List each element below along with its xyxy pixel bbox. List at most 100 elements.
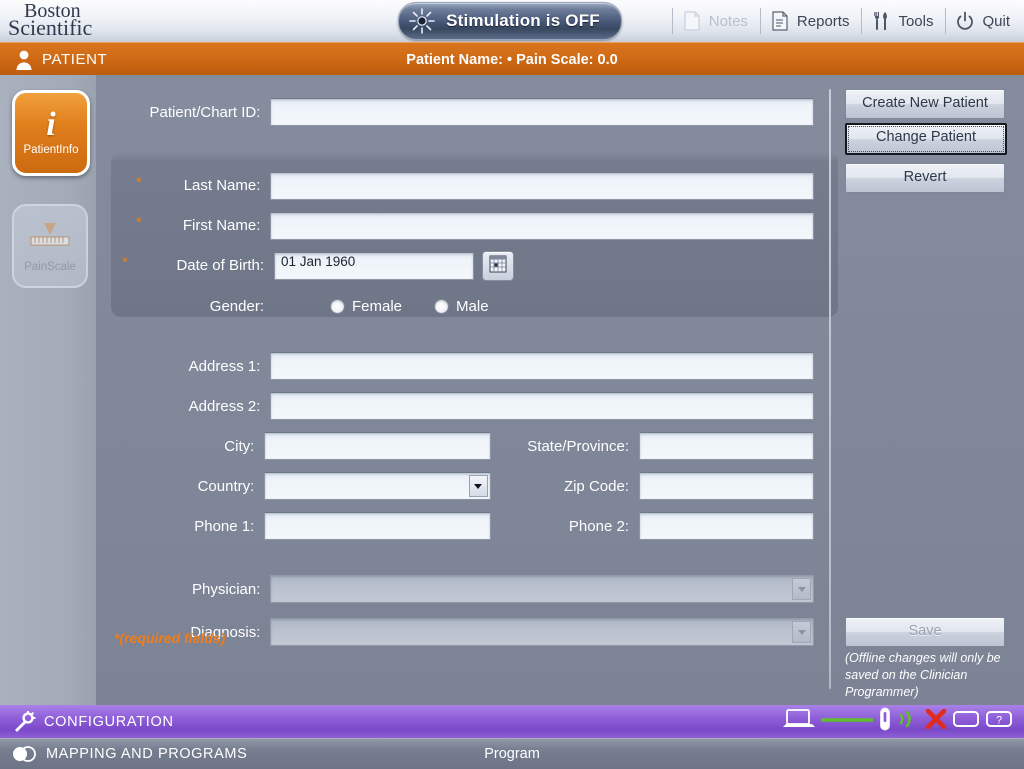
battery-empty-icon: [953, 709, 981, 734]
chevron-down-icon: [792, 621, 811, 643]
required-asterisk: *: [122, 254, 128, 271]
tools-icon: [870, 9, 892, 33]
top-toolbar: Boston Scientific Stimulation is OFF Not…: [0, 0, 1024, 43]
country-dropdown[interactable]: [264, 470, 491, 500]
logo-line-2: Scientific: [8, 15, 93, 40]
sidebar-item-patient-info[interactable]: i PatientInfo: [12, 90, 90, 176]
address2-input[interactable]: [270, 392, 814, 420]
date-of-birth-input[interactable]: 01 Jan 1960: [274, 252, 474, 280]
phone1-input[interactable]: [264, 510, 491, 540]
state-value: [640, 430, 646, 449]
revert-button[interactable]: Revert: [845, 163, 1005, 193]
radio-male[interactable]: [434, 298, 450, 314]
save-button[interactable]: Save: [845, 617, 1005, 647]
stimulation-status-button[interactable]: Stimulation is OFF: [398, 2, 622, 40]
reports-button[interactable]: Reports: [763, 0, 860, 42]
patient-header-bar: PATIENT Patient Name: • Pain Scale: 0.0: [0, 42, 1024, 76]
gender-label: Gender:: [209, 297, 264, 315]
calendar-button[interactable]: [482, 251, 514, 281]
city-input[interactable]: [264, 432, 491, 460]
sidebar-item-pain-scale[interactable]: PainScale: [12, 204, 88, 288]
offline-changes-note: (Offline changes will only be saved on t…: [845, 651, 1001, 699]
phone-row: Phone 1: Phone 2:: [114, 511, 814, 541]
phone1-label: Phone 1:: [194, 517, 255, 535]
phone2-input[interactable]: [638, 510, 814, 540]
first-name-value: [271, 210, 277, 229]
address1-input[interactable]: [270, 352, 814, 380]
tools-button[interactable]: Tools: [864, 0, 943, 42]
rf-signal-icon: [897, 707, 919, 736]
application-window: Boston Scientific Stimulation is OFF Not…: [0, 0, 1024, 769]
zip-value: [640, 470, 646, 489]
left-sidebar: i PatientInfo PainScale: [0, 75, 96, 705]
power-icon: [954, 9, 976, 33]
pain-scale-icon: [27, 219, 73, 258]
address1-row: Address 1:: [114, 351, 814, 381]
svg-text:?: ?: [996, 715, 1002, 727]
form-content-area: Patient/Chart ID: * Last Name: * First N…: [96, 75, 1024, 705]
toolbar-actions: Notes Reports Tools Quit: [670, 0, 1020, 42]
notes-icon: [681, 9, 703, 33]
last-name-label: Last Name:: [183, 177, 261, 194]
toolbar-divider: [671, 8, 673, 34]
zip-input[interactable]: [638, 470, 814, 500]
mapping-and-programs-bar[interactable]: MAPPING AND PROGRAMS Program: [0, 738, 1024, 769]
patient-section-label: PATIENT: [42, 51, 108, 68]
diagnosis-value: [271, 616, 277, 635]
patient-name-pain-scale: Patient Name: • Pain Scale: 0.0: [406, 51, 618, 68]
patient-chart-id-input[interactable]: [270, 98, 814, 126]
country-value: [265, 470, 271, 489]
configuration-bar[interactable]: CONFIGURATION ?: [0, 705, 1024, 738]
chevron-down-icon[interactable]: [468, 475, 488, 497]
link-line-icon: [821, 713, 873, 731]
quit-label: Quit: [982, 12, 1010, 30]
date-of-birth-label: Date of Birth:: [176, 257, 264, 274]
quit-button[interactable]: Quit: [948, 0, 1020, 42]
gender-row: Gender: Female Male: [114, 291, 814, 321]
laptop-icon: [782, 707, 816, 736]
physician-dropdown[interactable]: [270, 575, 814, 603]
stimulation-status-label: Stimulation is OFF: [446, 11, 600, 30]
address2-label: Address 2:: [188, 397, 261, 415]
address2-row: Address 2:: [114, 391, 814, 421]
radio-female[interactable]: [330, 298, 345, 314]
notes-label: Notes: [708, 12, 748, 30]
phone2-label: Phone 2:: [568, 517, 629, 535]
battery-unknown-icon: ?: [986, 709, 1016, 734]
zip-label: Zip Code:: [563, 477, 629, 495]
country-label: Country:: [197, 477, 255, 495]
red-x-icon: [924, 707, 948, 736]
required-asterisk: *: [136, 174, 142, 191]
toolbar-divider: [759, 8, 761, 34]
phone2-value: [640, 510, 646, 529]
info-italic-icon: i: [46, 106, 56, 143]
first-name-row: * First Name:: [114, 211, 814, 241]
boston-scientific-logo: Boston Scientific: [6, 0, 246, 41]
program-label: Program: [484, 746, 540, 762]
focus-ring: [848, 126, 1004, 152]
physician-label: Physician:: [192, 580, 261, 598]
reports-icon: [769, 9, 791, 33]
vertical-divider: [829, 89, 831, 689]
diagnosis-dropdown[interactable]: [270, 618, 814, 646]
notes-button[interactable]: Notes: [675, 0, 758, 42]
gender-male-label: Male: [456, 297, 489, 315]
create-new-patient-button[interactable]: Create New Patient: [845, 89, 1005, 119]
address2-value: [271, 390, 277, 409]
sidebar-item-label: PatientInfo: [23, 144, 79, 156]
sidebar-item-label: PainScale: [24, 261, 76, 273]
city-label: City:: [224, 437, 255, 455]
patient-chart-id-row: Patient/Chart ID:: [114, 97, 814, 127]
gender-female-label: Female: [352, 297, 403, 315]
last-name-input[interactable]: [270, 172, 814, 200]
tools-label: Tools: [898, 12, 934, 30]
gender-option-female[interactable]: Female: [330, 298, 402, 315]
patient-chart-id-label: Patient/Chart ID:: [149, 103, 261, 121]
gender-option-male[interactable]: Male: [434, 298, 489, 315]
state-input[interactable]: [638, 430, 814, 460]
physician-value: [271, 573, 277, 592]
first-name-input[interactable]: [270, 212, 814, 240]
last-name-row: * Last Name:: [114, 171, 814, 201]
phone1-value: [265, 510, 271, 529]
change-patient-button[interactable]: Change Patient: [845, 123, 1007, 155]
